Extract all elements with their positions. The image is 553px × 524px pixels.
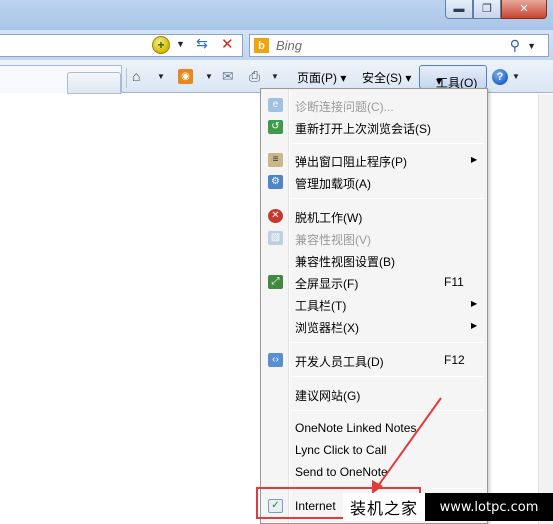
chevron-down-icon: ▾ [405,71,412,85]
search-icon[interactable]: ⚲ [510,37,520,54]
submenu-arrow-icon: ▶ [471,155,478,164]
tools-dropdown-menu: e 诊断连接问题(C)... ↺ 重新打开上次浏览会话(S) ≡ 弹出窗口阻止程… [260,88,488,524]
refresh-icon[interactable]: ⇆ [196,35,208,52]
tools-menu-button[interactable]: 工具(O) ▾ [419,65,487,90]
menu-item-send-to-onenote[interactable]: Send to OneNote [261,461,487,483]
restore-icon: ❐ [482,2,492,15]
menu-item-lync-click-to-call[interactable]: Lync Click to Call [261,439,487,461]
mail-icon[interactable]: ✉ [222,67,234,85]
menu-item-popup-blocker[interactable]: ≡ 弹出窗口阻止程序(P) ▶ [261,149,487,171]
reopen-session-icon: ↺ [268,120,283,134]
menu-item-work-offline[interactable]: ✕ 脱机工作(W) [261,205,487,227]
menu-item-label: 开发人员工具(D) [295,355,384,369]
submenu-arrow-icon: ▶ [471,299,478,308]
menu-item-explorer-bars[interactable]: 浏览器栏(X) ▶ [261,315,487,337]
help-dropdown-icon[interactable]: ▼ [512,72,520,81]
close-icon: ✕ [519,2,529,15]
search-placeholder: Bing [276,38,303,53]
popup-blocker-icon: ≡ [268,153,283,167]
compatibility-icon[interactable]: + [152,36,170,54]
offline-icon: ✕ [268,209,283,223]
menu-item-diagnose-connection: e 诊断连接问题(C)... [261,94,487,116]
menu-item-label: 管理加载项(A) [295,177,371,191]
menu-separator [291,488,483,489]
menu-separator [291,198,483,199]
fullscreen-icon: ⤢ [268,275,283,289]
close-window-button[interactable]: ✕ [501,0,547,19]
search-dropdown-icon[interactable]: ▼ [527,41,536,51]
menu-separator [291,376,483,377]
menu-item-label: 建议网站(G) [295,389,361,403]
menu-item-label: Internet [295,499,336,513]
menu-item-label: 重新打开上次浏览会话(S) [295,122,431,136]
menu-item-label: Lync Click to Call [295,443,387,457]
bing-logo-icon: b [254,38,269,53]
menu-item-label: 全屏显示(F) [295,277,359,291]
home-icon[interactable]: ⌂ [132,67,140,85]
safety-menu-label: 安全(S) [362,71,402,85]
menu-item-label: OneNote Linked Notes [295,421,417,435]
menu-item-suggested-sites[interactable]: 建议网站(G) [261,383,487,405]
page-menu-button[interactable]: 页面(P) ▾ [297,69,346,86]
menu-separator [291,143,483,144]
menu-item-label: 诊断连接问题(C)... [295,100,394,114]
menu-item-fullscreen[interactable]: ⤢ 全屏显示(F) F11 [261,271,487,293]
new-tab-button[interactable] [67,72,121,94]
dev-tools-icon: ‹› [268,353,283,367]
menu-item-reopen-session[interactable]: ↺ 重新打开上次浏览会话(S) [261,116,487,138]
network-diagnose-icon: e [268,98,283,112]
menu-item-onenote-linked-notes[interactable]: OneNote Linked Notes [261,417,487,439]
stop-icon[interactable]: ✕ [221,35,234,53]
compat-view-icon: ▧ [268,231,283,245]
minimize-icon: ▬ [453,2,465,15]
menu-item-label: 弹出窗口阻止程序(P) [295,155,407,169]
menu-item-label: 工具栏(T) [295,299,347,313]
feeds-icon[interactable]: ◉ [178,69,193,84]
addons-icon: ⚙ [268,175,283,189]
watermark-site-name: 装机之家 [343,493,425,521]
menu-separator [291,410,483,411]
menu-item-shortcut: F12 [444,353,465,367]
chevron-down-icon: ▾ [340,71,347,85]
menu-item-shortcut: F11 [444,275,464,289]
search-box[interactable]: b Bing ⚲ ▼ [249,34,549,57]
menu-item-label: 脱机工作(W) [295,211,363,225]
menu-item-label: 兼容性视图设置(B) [295,255,395,269]
menu-item-developer-tools[interactable]: ‹› 开发人员工具(D) F12 [261,349,487,371]
menu-item-label: 兼容性视图(V) [295,233,371,247]
menu-item-label: Send to OneNote [295,465,388,479]
print-dropdown-icon[interactable]: ▼ [271,72,279,81]
home-dropdown-icon[interactable]: ▼ [157,72,165,81]
feeds-dropdown-icon[interactable]: ▼ [205,72,213,81]
page-menu-label: 页面(P) [297,71,337,85]
safety-menu-button[interactable]: 安全(S) ▾ [362,69,411,86]
menu-separator [291,342,483,343]
menu-item-manage-addons[interactable]: ⚙ 管理加载项(A) [261,171,487,193]
navigation-bar: + ▼ ⇆ ✕ b Bing ⚲ ▼ [0,30,553,60]
title-bar: ▬ ❐ ✕ [0,0,553,30]
restore-button[interactable]: ❐ [473,0,501,19]
submenu-arrow-icon: ▶ [471,321,478,330]
menu-item-compat-view-settings[interactable]: 兼容性视图设置(B) [261,249,487,271]
chevron-down-icon: ▾ [436,74,443,88]
watermark-url: www.lotpc.com [425,493,553,521]
minimize-button[interactable]: ▬ [445,0,473,19]
window-controls: ▬ ❐ ✕ [445,0,547,19]
internet-options-icon: ✓ [268,499,283,513]
address-dropdown-icon[interactable]: ▼ [176,39,185,49]
menu-item-label: 浏览器栏(X) [295,321,359,335]
print-icon[interactable]: ⎙ [249,67,260,85]
help-icon[interactable]: ? [492,69,508,85]
menu-item-toolbars[interactable]: 工具栏(T) ▶ [261,293,487,315]
toolbar-divider [126,68,127,88]
vertical-scrollbar[interactable] [538,94,553,524]
tab-strip [0,65,122,94]
menu-item-compat-view: ▧ 兼容性视图(V) [261,227,487,249]
